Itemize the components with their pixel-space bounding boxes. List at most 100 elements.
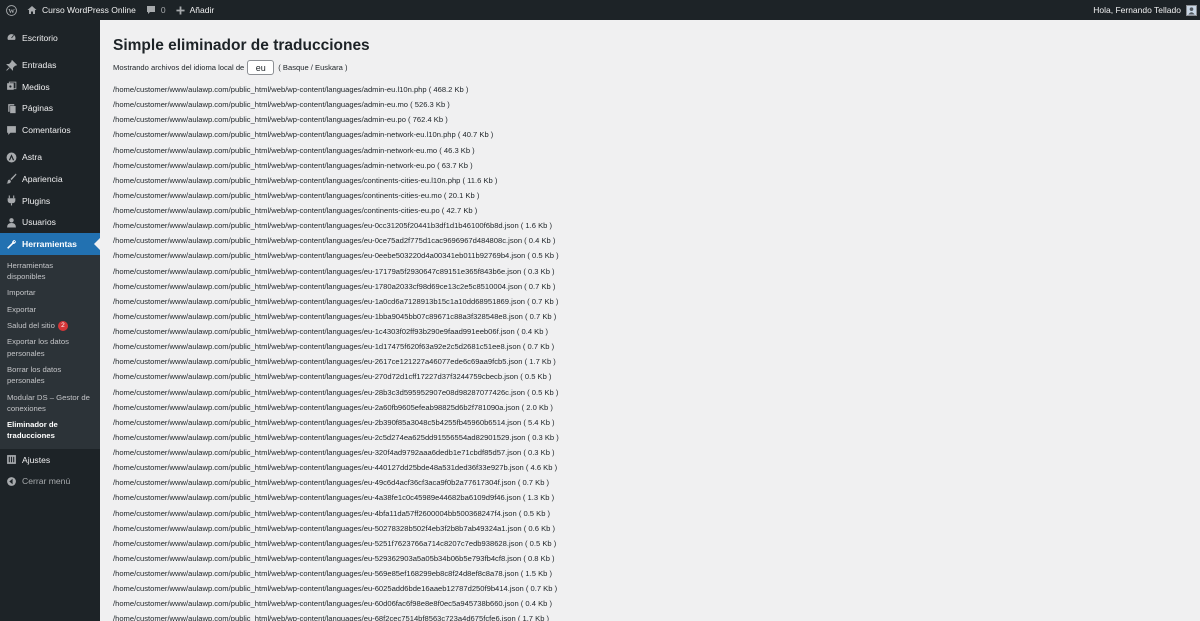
admin-bar: W Curso WordPress Online 0 Añadir Hola, … <box>0 0 1200 20</box>
page-title: Simple eliminador de traducciones <box>113 37 370 54</box>
submenu-item-importar[interactable]: Importar <box>0 285 100 301</box>
file-line: /home/customer/www/aulawp.com/public_htm… <box>113 145 475 155</box>
submenu-item-borrar-datos[interactable]: Borrar los datos personales <box>0 362 100 390</box>
menu-label: Páginas <box>22 103 54 114</box>
dashboard-icon <box>6 32 17 43</box>
home-icon <box>27 5 37 15</box>
site-name-link[interactable]: Curso WordPress Online <box>22 0 141 20</box>
file-line: /home/customer/www/aulawp.com/public_htm… <box>113 372 552 382</box>
file-line: /home/customer/www/aulawp.com/public_htm… <box>113 327 549 336</box>
file-line: /home/customer/www/aulawp.com/public_htm… <box>113 402 553 412</box>
add-new-label: Añadir <box>189 5 215 15</box>
file-line: /home/customer/www/aulawp.com/public_htm… <box>113 584 558 594</box>
file-line: /home/customer/www/aulawp.com/public_htm… <box>113 85 469 94</box>
file-line: /home/customer/www/aulawp.com/public_htm… <box>113 387 559 397</box>
wordpress-logo-icon[interactable]: W <box>0 0 22 20</box>
file-line: /home/customer/www/aulawp.com/public_htm… <box>113 448 555 457</box>
menu-item-astra[interactable]: Astra <box>0 146 100 168</box>
menu-item-entradas[interactable]: Entradas <box>0 54 100 76</box>
menu-label: Ajustes <box>22 454 51 465</box>
menu-label: Entradas <box>22 60 57 71</box>
file-line: /home/customer/www/aulawp.com/public_htm… <box>113 417 555 427</box>
file-line: /home/customer/www/aulawp.com/public_htm… <box>113 569 553 578</box>
menu-item-paginas[interactable]: Páginas <box>0 98 100 120</box>
file-line: /home/customer/www/aulawp.com/public_htm… <box>113 553 555 563</box>
avatar <box>1186 4 1197 16</box>
pages-icon <box>6 103 17 114</box>
account-link[interactable]: Hola, Fernando Tellado <box>1088 0 1200 20</box>
submenu-item-exportar-datos[interactable]: Exportar los datos personales <box>0 334 100 362</box>
menu-label: Apariencia <box>22 173 63 184</box>
locale-line: Mostrando archivos del idioma local de (… <box>113 60 1200 75</box>
comments-link[interactable]: 0 <box>141 0 171 20</box>
menu-label: Usuarios <box>22 217 56 228</box>
astra-icon <box>6 152 17 163</box>
submenu-label: Eliminador de traducciones <box>7 420 58 441</box>
site-health-badge: 2 <box>57 321 68 332</box>
submenu-item-salud-del-sitio[interactable]: Salud del sitio 2 <box>0 318 100 334</box>
file-line: /home/customer/www/aulawp.com/public_htm… <box>113 311 557 321</box>
file-line: /home/customer/www/aulawp.com/public_htm… <box>113 130 494 140</box>
pushpin-icon <box>6 59 17 71</box>
file-line: /home/customer/www/aulawp.com/public_htm… <box>113 160 473 170</box>
submenu-label: Salud del sitio <box>7 321 55 331</box>
locale-prefix: Mostrando archivos del idioma local de <box>113 63 245 72</box>
greeting: Hola, Fernando Tellado <box>1093 5 1181 15</box>
submenu-label: Exportar <box>7 304 37 314</box>
menu-item-plugins[interactable]: Plugins <box>0 190 100 212</box>
menu-label: Plugins <box>22 195 51 206</box>
submenu-label: Modular DS – Gestor de conexiones <box>7 392 90 413</box>
menu-item-herramientas[interactable]: Herramientas <box>0 233 100 255</box>
file-line: /home/customer/www/aulawp.com/public_htm… <box>113 342 555 352</box>
menu-item-escritorio[interactable]: Escritorio <box>0 27 100 49</box>
menu-item-usuarios[interactable]: Usuarios <box>0 212 100 234</box>
menu-label: Cerrar menú <box>22 476 71 487</box>
comments-count: 0 <box>160 5 166 15</box>
submenu-item-herramientas-disponibles[interactable]: Herramientas disponibles <box>0 258 100 286</box>
submenu-label: Exportar los datos personales <box>7 337 69 358</box>
file-line: /home/customer/www/aulawp.com/public_htm… <box>113 251 559 261</box>
menu-item-medios[interactable]: Medios <box>0 76 100 98</box>
file-line: /home/customer/www/aulawp.com/public_htm… <box>113 463 558 473</box>
wrench-icon <box>6 239 17 250</box>
comment-icon <box>146 5 156 15</box>
site-name: Curso WordPress Online <box>42 5 136 15</box>
menu-item-apariencia[interactable]: Apariencia <box>0 168 100 190</box>
submenu-label: Herramientas disponibles <box>7 260 54 282</box>
submenu-item-exportar[interactable]: Exportar <box>0 302 100 318</box>
submenu-label: Importar <box>7 288 36 298</box>
tools-submenu: Herramientas disponibles Importar Export… <box>0 254 100 449</box>
file-line: /home/customer/www/aulawp.com/public_htm… <box>113 478 550 488</box>
file-line: /home/customer/www/aulawp.com/public_htm… <box>113 538 557 548</box>
file-line: /home/customer/www/aulawp.com/public_htm… <box>113 206 478 215</box>
locale-input[interactable] <box>247 60 275 75</box>
add-new-link[interactable]: Añadir <box>171 0 220 20</box>
file-line: /home/customer/www/aulawp.com/public_htm… <box>113 266 555 276</box>
menu-item-ajustes[interactable]: Ajustes <box>0 449 100 471</box>
media-icon <box>6 81 17 92</box>
menu-item-comentarios[interactable]: Comentarios <box>0 119 100 141</box>
file-line: /home/customer/www/aulawp.com/public_htm… <box>113 432 559 442</box>
file-line: /home/customer/www/aulawp.com/public_htm… <box>113 614 550 621</box>
menu-label: Medios <box>22 81 50 92</box>
file-list: /home/customer/www/aulawp.com/public_htm… <box>113 82 1200 621</box>
file-line: /home/customer/www/aulawp.com/public_htm… <box>113 236 556 246</box>
file-line: /home/customer/www/aulawp.com/public_htm… <box>113 175 498 185</box>
file-line: /home/customer/www/aulawp.com/public_htm… <box>113 190 480 200</box>
file-line: /home/customer/www/aulawp.com/public_htm… <box>113 281 556 291</box>
menu-label: Herramientas <box>22 239 77 250</box>
menu-label: Astra <box>22 152 43 163</box>
submenu-item-eliminador-traducciones[interactable]: Eliminador de traducciones <box>0 417 100 445</box>
submenu-label: Borrar los datos personales <box>7 364 62 386</box>
menu-label: Escritorio <box>22 32 58 43</box>
settings-icon <box>6 454 17 465</box>
file-line: /home/customer/www/aulawp.com/public_htm… <box>113 221 553 231</box>
file-line: /home/customer/www/aulawp.com/public_htm… <box>113 523 555 533</box>
file-line: /home/customer/www/aulawp.com/public_htm… <box>113 296 559 306</box>
file-line: /home/customer/www/aulawp.com/public_htm… <box>113 357 556 367</box>
users-icon <box>6 217 17 228</box>
file-line: /home/customer/www/aulawp.com/public_htm… <box>113 100 450 110</box>
submenu-item-modular-ds[interactable]: Modular DS – Gestor de conexiones <box>0 390 100 418</box>
collapse-menu-button[interactable]: Cerrar menú <box>0 470 100 492</box>
collapse-icon <box>6 476 17 487</box>
